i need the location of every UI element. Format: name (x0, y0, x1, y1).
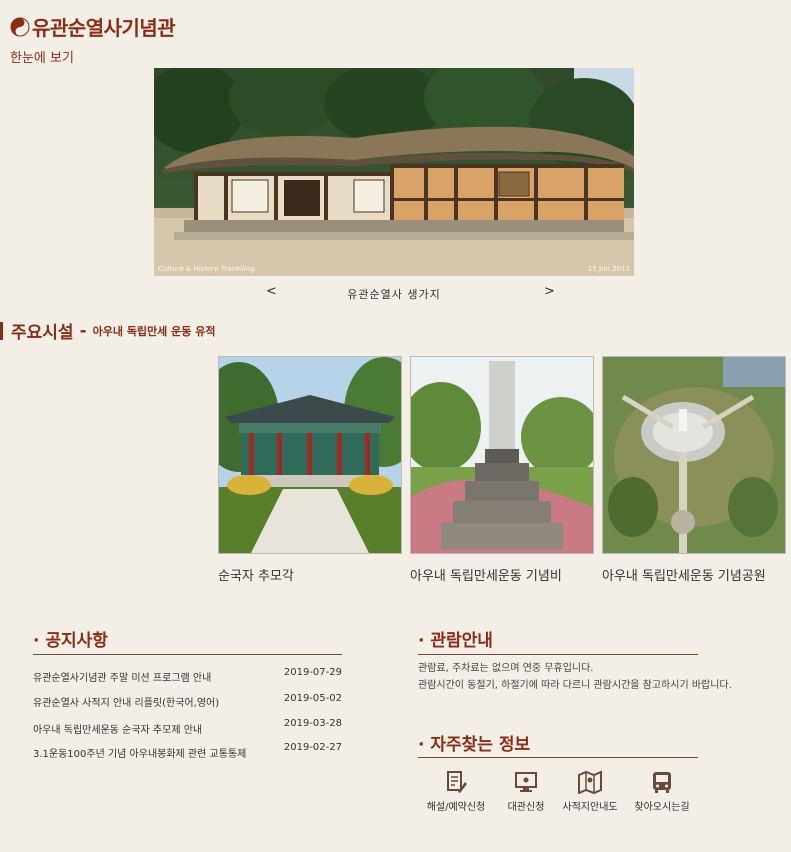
facility-label: 아우내 독립만세운동 기념공원 (602, 569, 766, 584)
facility-image-park (602, 356, 786, 554)
facilities-title: 주요시설 (11, 323, 74, 343)
faq-label: 찾아오시는길 (634, 802, 690, 813)
visit-info-line: 관람료, 주차료는 없으며 연중 무휴입니다. (418, 663, 594, 674)
heading-bar (0, 321, 3, 340)
notice-row[interactable]: 유관순열사기념관 주말 미션 프로그램 안내 2019-07-29 (33, 667, 342, 684)
facility-card-park[interactable]: 아우내 독립만세운동 기념공원 (602, 356, 786, 584)
notice-text[interactable]: 3.1운동100주년 기념 아우내봉화제 관련 교통통제 (33, 749, 246, 760)
hero-caption: 유관순열사 생가지 (347, 288, 441, 301)
faq-item-site-map[interactable]: 사적지안내도 (550, 770, 630, 813)
map-icon (578, 770, 602, 794)
hero-caption-row: < 유관순열사 생가지 > (154, 284, 634, 304)
notice-title: · 공지사항 (33, 631, 108, 651)
notice-row[interactable]: 아우내 독립만세운동 순국자 추모제 안내 2019-03-28 (33, 718, 342, 736)
bus-icon (653, 772, 671, 793)
facility-card-monument[interactable]: 아우내 독립만세운동 기념비 (410, 356, 594, 584)
notice-date: 2019-03-28 (283, 718, 342, 729)
hero-credit-right: 15 Jun 2011 (587, 265, 630, 273)
facility-image-monument (410, 356, 594, 554)
facility-label: 순국자 추모각 (218, 569, 294, 584)
notice-date: 2019-02-27 (283, 742, 342, 753)
visit-info-text: 관람료, 주차료는 없으며 연중 무휴입니다. 관람시간이 동절기, 하절기에 … (418, 660, 732, 694)
notice-date: 2019-07-29 (283, 667, 342, 678)
notice-divider (33, 654, 342, 655)
faq-title: · 자주찾는 정보 (418, 735, 531, 755)
facilities-subtitle: 아우내 독립만세 운동 유적 (92, 324, 216, 338)
site-logo[interactable]: 유관순열사기념관 (10, 12, 176, 41)
visit-info-title: · 관람안내 (418, 631, 493, 651)
facilities-heading: 주요시설 - 아우내 독립만세 운동 유적 (0, 318, 215, 343)
visit-info-line: 관람시간이 동절기, 하절기에 따라 다르니 관람시간을 참고하시기 바랍니다. (418, 680, 732, 691)
notice-text[interactable]: 유관순열사 사적지 안내 리플릿(한국어,영어) (33, 698, 219, 709)
faq-label: 해설/예약신청 (426, 802, 486, 813)
faq-item-directions[interactable]: 찾아오시는길 (622, 770, 702, 813)
faq-label: 사적지안내도 (562, 802, 618, 813)
hero-image-birthplace: Culture & History Travelling 15 Jun 2011 (154, 68, 634, 276)
facilities-dash: - (79, 320, 87, 341)
hero-next-button[interactable]: > (544, 284, 555, 299)
faq-item-guide-reservation[interactable]: 해설/예약신청 (416, 770, 496, 813)
document-pen-icon (447, 771, 467, 793)
faq-label: 대관신청 (507, 802, 545, 813)
monitor-icon (515, 772, 537, 792)
site-title: 유관순열사기념관 (32, 16, 176, 40)
notice-text[interactable]: 아우내 독립만세운동 순국자 추모제 안내 (33, 725, 202, 736)
notice-row[interactable]: 3.1운동100주년 기념 아우내봉화제 관련 교통통제 2019-02-27 (33, 742, 342, 760)
notice-row[interactable]: 유관순열사 사적지 안내 리플릿(한국어,영어) 2019-05-02 (33, 693, 342, 709)
notice-date: 2019-05-02 (283, 693, 342, 704)
page-title: 한눈에 보기 (10, 51, 74, 66)
facility-label: 아우내 독립만세운동 기념비 (410, 569, 562, 584)
faq-divider (418, 757, 698, 758)
visit-info-divider (418, 654, 698, 655)
taegeuk-icon (10, 17, 30, 36)
facility-card-memorial-hall[interactable]: 순국자 추모각 (218, 356, 402, 584)
hero-credit-left: Culture & History Travelling (158, 265, 255, 273)
notice-text[interactable]: 유관순열사기념관 주말 미션 프로그램 안내 (33, 673, 211, 684)
facility-image-memorial-hall (218, 356, 402, 554)
